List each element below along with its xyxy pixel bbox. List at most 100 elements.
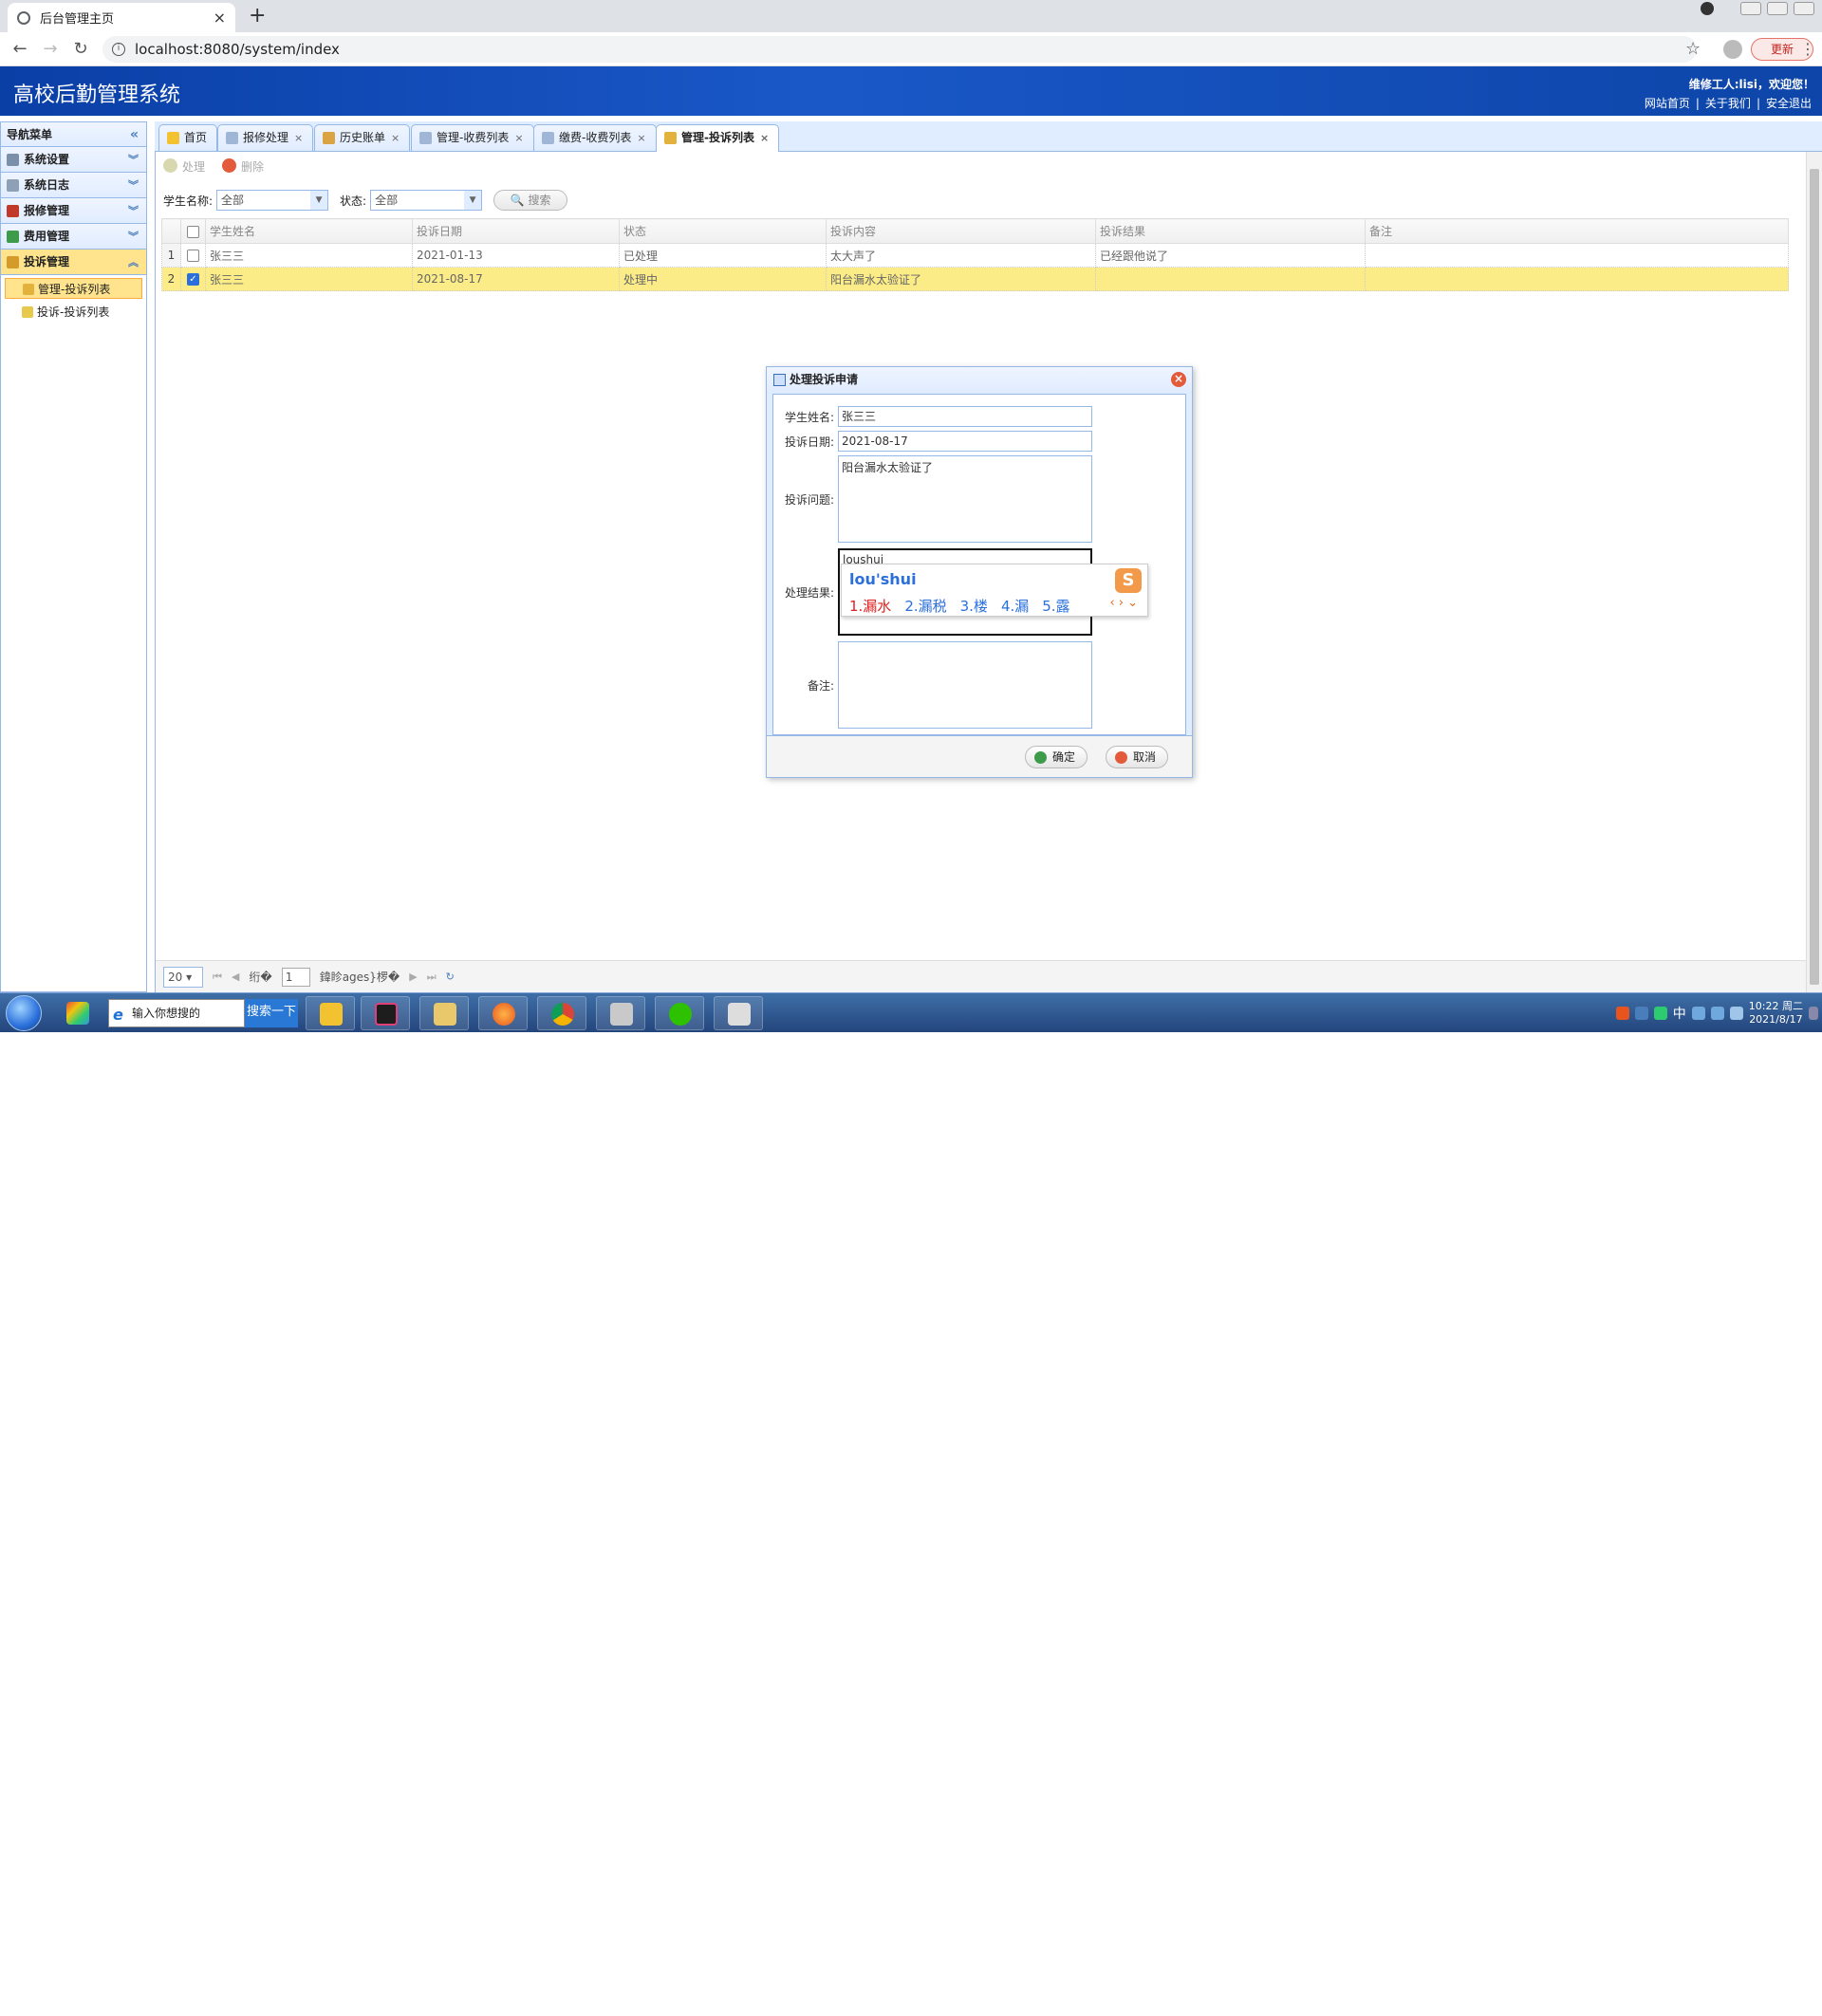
- taskbar-app[interactable]: [655, 996, 704, 1030]
- tab-manage-fees[interactable]: 管理-收费列表 ×: [411, 124, 534, 151]
- info-icon[interactable]: i: [112, 43, 125, 56]
- keyboard-icon[interactable]: [1710, 1007, 1724, 1020]
- taskbar-search-input[interactable]: e 输入你想搜的: [108, 999, 245, 1027]
- about-link[interactable]: 关于我们: [1705, 97, 1751, 110]
- table-row[interactable]: 2 ✓ 张三三 2021-08-17 处理中 阳台漏水太验证了: [161, 267, 1789, 291]
- taskbar-app[interactable]: [419, 996, 469, 1030]
- process-button[interactable]: 处理: [163, 158, 205, 175]
- tab-repair[interactable]: 报修处理 ×: [217, 124, 314, 151]
- logout-link[interactable]: 安全退出: [1766, 97, 1812, 110]
- shield-icon[interactable]: [1653, 1007, 1667, 1020]
- close-tab-icon[interactable]: ×: [514, 132, 523, 144]
- close-icon[interactable]: ×: [1171, 372, 1186, 387]
- first-page-icon[interactable]: ⏮: [213, 971, 222, 984]
- forward-icon[interactable]: →: [40, 39, 61, 59]
- close-tab-icon[interactable]: ×: [391, 132, 400, 144]
- column-header[interactable]: 投诉日期: [412, 218, 620, 244]
- taskbar-app[interactable]: [478, 996, 528, 1030]
- confirm-button[interactable]: 确定: [1025, 746, 1088, 768]
- close-tab-icon[interactable]: ×: [637, 132, 645, 144]
- dialog-titlebar[interactable]: 处理投诉申请 ×: [767, 367, 1192, 392]
- status-filter-select[interactable]: 全部 ▼: [370, 190, 483, 211]
- scrollbar-thumb[interactable]: [1810, 169, 1819, 985]
- tab-home[interactable]: 首页: [158, 124, 218, 151]
- tab-manage-complaints[interactable]: 管理-投诉列表 ×: [656, 124, 780, 152]
- new-tab-button[interactable]: +: [249, 4, 266, 28]
- column-header[interactable]: 学生姓名: [205, 218, 413, 244]
- close-tab-icon[interactable]: ×: [294, 132, 303, 144]
- ime-candidate[interactable]: 5.露: [1042, 596, 1069, 616]
- refresh-icon[interactable]: ↻: [446, 971, 455, 983]
- tab-history-bills[interactable]: 历史账单 ×: [314, 124, 411, 151]
- tab-pay-fees[interactable]: 缴费-收费列表 ×: [533, 124, 657, 151]
- nav-group-repair[interactable]: 报修管理 ︾: [1, 198, 146, 224]
- close-window-button[interactable]: [1794, 2, 1814, 15]
- minimize-button[interactable]: [1740, 2, 1761, 15]
- collapse-nav-icon[interactable]: «: [130, 122, 139, 147]
- start-button[interactable]: [6, 995, 42, 1031]
- taskbar-app[interactable]: [537, 996, 586, 1030]
- taskbar-app[interactable]: [596, 996, 645, 1030]
- ime-indicator[interactable]: 中: [1673, 1004, 1686, 1023]
- nav-group-complaints[interactable]: 投诉管理 ︽: [1, 250, 146, 275]
- page-number-input[interactable]: 1: [281, 967, 310, 987]
- network-icon[interactable]: [1729, 1007, 1743, 1020]
- student-name-field[interactable]: 张三三: [838, 406, 1092, 427]
- select-all-checkbox[interactable]: [187, 225, 199, 238]
- help-icon[interactable]: [1634, 1007, 1648, 1020]
- note-textarea[interactable]: [838, 641, 1092, 729]
- nav-group-fees[interactable]: 费用管理 ︾: [1, 224, 146, 250]
- close-tab-icon[interactable]: ×: [760, 132, 769, 144]
- search-button[interactable]: 🔍 搜索: [493, 190, 568, 211]
- sogou-tray-icon[interactable]: [1615, 1007, 1629, 1020]
- issue-textarea[interactable]: 阳台漏水太验证了: [838, 455, 1092, 543]
- column-header[interactable]: 投诉内容: [826, 218, 1096, 244]
- next-page-icon[interactable]: ▶: [409, 971, 417, 983]
- prev-page-icon[interactable]: ◀: [232, 971, 239, 983]
- home-link[interactable]: 网站首页: [1645, 97, 1690, 110]
- restore-button[interactable]: [1767, 2, 1788, 15]
- taskbar-app[interactable]: [361, 996, 410, 1030]
- address-bar[interactable]: i localhost:8080/system/index: [102, 36, 1697, 63]
- delete-button[interactable]: 删除: [222, 158, 264, 175]
- row-checkbox[interactable]: ✓: [187, 273, 199, 286]
- browser-tab[interactable]: 后台管理主页 ×: [8, 3, 235, 32]
- close-tab-icon[interactable]: ×: [214, 9, 226, 27]
- ime-candidate[interactable]: 1.漏水: [849, 596, 891, 616]
- column-header[interactable]: 投诉结果: [1095, 218, 1366, 244]
- last-page-icon[interactable]: ⏭: [427, 971, 437, 984]
- profile-avatar[interactable]: [1723, 40, 1742, 59]
- nav-group-settings[interactable]: 系统设置 ︾: [1, 147, 146, 173]
- taskbar-app[interactable]: [53, 996, 102, 1030]
- row-checkbox[interactable]: [187, 250, 199, 262]
- taskbar-search-button[interactable]: 搜索一下: [245, 999, 298, 1027]
- page-size-select[interactable]: 20 ▾: [163, 966, 203, 988]
- chevron-down-icon[interactable]: ▼: [464, 191, 482, 210]
- column-header[interactable]: 状态: [619, 218, 827, 244]
- ime-nav-arrows[interactable]: ‹ › ⌄: [1109, 596, 1138, 610]
- sidebar-item-manage-complaints[interactable]: 管理-投诉列表: [5, 278, 142, 299]
- chevron-down-icon[interactable]: ▼: [310, 191, 328, 210]
- back-icon[interactable]: ←: [9, 39, 30, 59]
- ime-candidate[interactable]: 2.漏税: [904, 596, 946, 616]
- sidebar-item-complaint-list[interactable]: 投诉-投诉列表: [5, 302, 142, 323]
- ime-candidate[interactable]: 4.漏: [1001, 596, 1029, 616]
- date-field[interactable]: 2021-08-17: [838, 431, 1092, 452]
- taskbar-app[interactable]: [714, 996, 763, 1030]
- show-desktop-icon[interactable]: [1809, 1007, 1818, 1020]
- nav-group-label: 系统设置: [24, 153, 70, 166]
- taskbar-app[interactable]: [306, 996, 355, 1030]
- reload-icon[interactable]: ↻: [70, 39, 91, 59]
- vertical-scrollbar[interactable]: [1806, 152, 1822, 992]
- menu-kebab-icon[interactable]: ⋮: [1800, 40, 1815, 58]
- bookmark-star-icon[interactable]: ☆: [1685, 39, 1701, 59]
- system-clock[interactable]: 10:22 周二 2021/8/17: [1749, 1000, 1803, 1026]
- student-filter-select[interactable]: 全部 ▼: [216, 190, 329, 211]
- tab-search-icon[interactable]: [1701, 2, 1714, 15]
- cancel-button[interactable]: 取消: [1106, 746, 1169, 768]
- mic-icon[interactable]: [1691, 1007, 1705, 1020]
- nav-group-logs[interactable]: 系统日志 ︾: [1, 173, 146, 198]
- table-row[interactable]: 1 张三三 2021-01-13 已处理 太大声了 已经跟他说了: [161, 243, 1789, 268]
- ime-candidate[interactable]: 3.楼: [960, 596, 988, 616]
- column-header[interactable]: 备注: [1365, 218, 1789, 244]
